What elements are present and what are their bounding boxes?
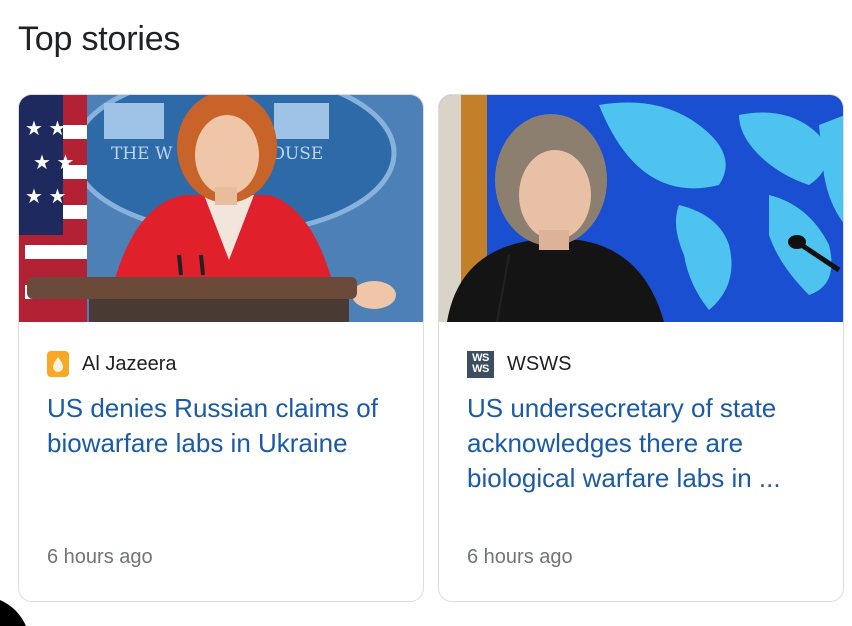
- corner-decoration: [0, 600, 26, 626]
- story-source: WS WS WSWS: [467, 350, 571, 378]
- svg-text:★ ★: ★ ★: [25, 118, 66, 140]
- svg-text:★ ★: ★ ★: [25, 186, 66, 208]
- sign-text-right: OUSE: [271, 144, 323, 164]
- story-source: Al Jazeera: [47, 350, 177, 378]
- source-name: WSWS: [507, 352, 572, 375]
- source-name: Al Jazeera: [82, 352, 177, 375]
- section-title: Top stories: [18, 20, 181, 58]
- logo-text-line-2: WS: [472, 363, 489, 375]
- story-headline-link[interactable]: US denies Russian claims of biowarfare l…: [47, 391, 407, 461]
- svg-text:★ ★: ★ ★: [33, 152, 74, 174]
- story-thumbnail[interactable]: [439, 95, 843, 322]
- story-card[interactable]: THE W OUSE ★ ★ ★ ★ ★ ★ Al Jazeera US den…: [18, 94, 424, 602]
- wsws-logo-icon: WS WS: [467, 350, 494, 378]
- press-briefing-photo: THE W OUSE ★ ★ ★ ★ ★ ★: [19, 95, 423, 322]
- story-timestamp: 6 hours ago: [47, 546, 153, 568]
- sign-text-left: THE W: [111, 144, 173, 164]
- story-thumbnail[interactable]: THE W OUSE ★ ★ ★ ★ ★ ★: [19, 95, 423, 322]
- official-portrait-photo: [439, 95, 843, 322]
- story-headline-link[interactable]: US undersecretary of state acknowledges …: [467, 391, 827, 496]
- story-card[interactable]: WS WS WSWS US undersecretary of state ac…: [438, 94, 844, 602]
- story-timestamp: 6 hours ago: [467, 546, 573, 568]
- al-jazeera-logo-icon: [47, 351, 69, 377]
